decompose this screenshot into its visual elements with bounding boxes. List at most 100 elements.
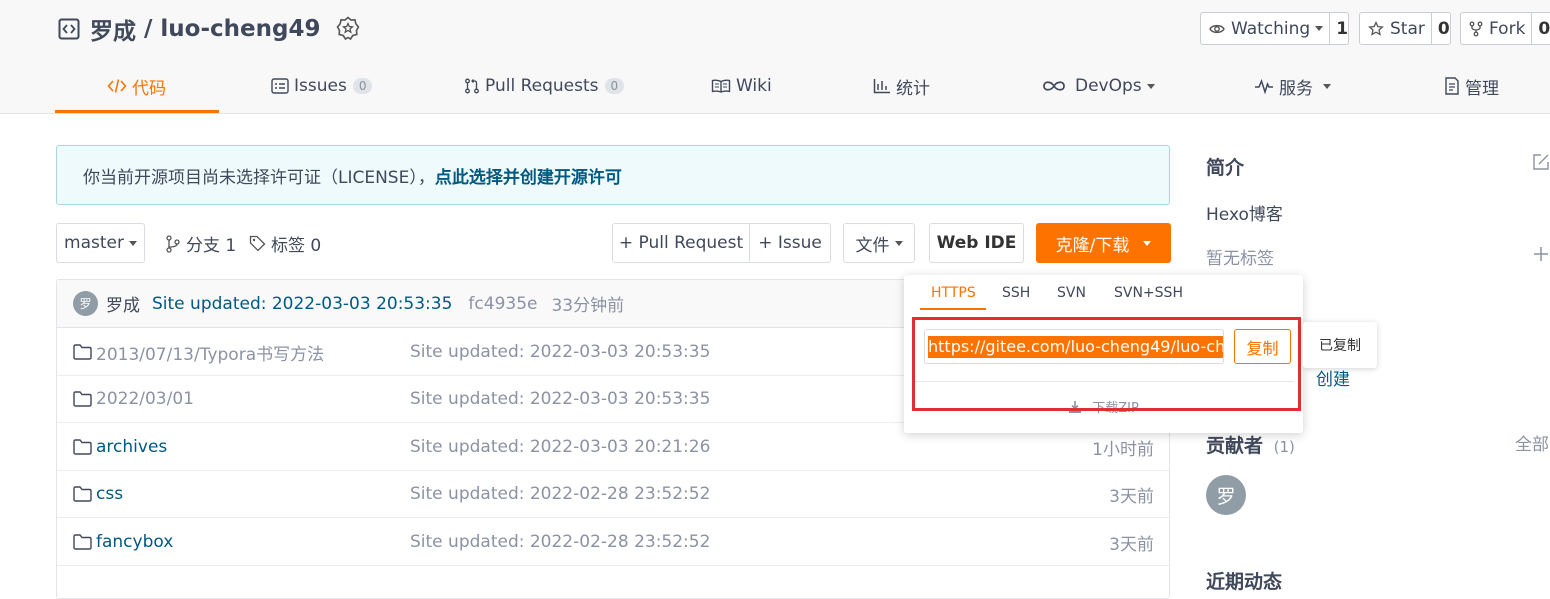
new-pull-request-button[interactable]: + Pull Request	[612, 223, 750, 263]
new-issue-label: + Issue	[758, 233, 822, 253]
file-commit-message[interactable]: Site updated: 2022-03-03 20:53:35	[410, 329, 710, 375]
repo-title: 罗成 / luo-cheng49	[58, 12, 360, 46]
file-commit-message[interactable]: Site updated: 2022-02-28 23:52:52	[410, 519, 710, 565]
devops-caret-icon	[1146, 83, 1155, 89]
stats-icon	[873, 79, 890, 94]
watch-count[interactable]: 1	[1329, 13, 1348, 44]
create-license-link[interactable]: 点此选择并创建开源许可	[435, 163, 622, 188]
file-commit-message[interactable]: Site updated: 2022-03-03 20:21:26	[410, 424, 710, 470]
recommend-badge-icon[interactable]	[336, 16, 360, 42]
tab-devops[interactable]: DevOps	[1042, 70, 1155, 102]
service-icon	[1255, 78, 1273, 94]
contributors-title: 贡献者 (1)	[1206, 431, 1295, 458]
issues-icon	[271, 78, 289, 94]
repo-separator: /	[144, 16, 153, 42]
repo-owner[interactable]: 罗成	[90, 12, 136, 46]
create-link[interactable]: 创建	[1316, 365, 1350, 390]
tab-svn-ssh[interactable]: SVN+SSH	[1114, 285, 1183, 307]
tag-icon	[249, 235, 266, 252]
fork-button[interactable]: Fork 0	[1460, 12, 1550, 45]
clone-download-button[interactable]: 克隆/下载	[1036, 223, 1171, 263]
all-contributors-link[interactable]: 全部	[1515, 430, 1549, 455]
file-time: 3天前	[1109, 534, 1154, 555]
copied-tooltip: 已复制	[1303, 322, 1377, 368]
file-menu-button[interactable]: 文件	[843, 223, 915, 263]
web-ide-label: Web IDE	[936, 233, 1017, 253]
file-commit-message[interactable]: Site updated: 2022-03-03 20:53:35	[410, 376, 710, 422]
contributors-title-label: 贡献者	[1206, 435, 1264, 457]
tab-service[interactable]: 服务	[1254, 70, 1331, 102]
file-menu-label: 文件	[855, 235, 890, 256]
commit-author[interactable]: 罗成	[106, 291, 140, 316]
commit-time: 33分钟前	[551, 296, 625, 316]
tab-manage-label: 管理	[1465, 78, 1499, 99]
manage-icon	[1445, 77, 1459, 95]
tab-devops-label: DevOps	[1075, 76, 1142, 96]
web-ide-button[interactable]: Web IDE	[929, 223, 1024, 263]
star-icon	[1368, 20, 1384, 36]
file-time: 3天前	[1109, 486, 1154, 507]
intro-title: 简介	[1206, 157, 1245, 179]
no-tags-text: 暂无标签	[1206, 249, 1274, 269]
add-tag-icon[interactable]	[1533, 246, 1549, 262]
active-tab-indicator	[55, 110, 219, 113]
repo-header: 罗成 / luo-cheng49 Watching 1 Star 0 Fork …	[0, 0, 1550, 114]
contributor-avatar[interactable]: 罗	[1206, 475, 1246, 515]
table-row[interactable]: css Site updated: 2022-02-28 23:52:52 3天…	[57, 471, 1169, 518]
file-name[interactable]: archives	[96, 437, 167, 457]
branch-caret-icon	[128, 240, 137, 246]
file-caret-icon	[894, 240, 903, 246]
eye-icon	[1209, 24, 1225, 33]
tab-wiki[interactable]: Wiki	[711, 70, 772, 102]
repo-name[interactable]: luo-cheng49	[160, 16, 320, 42]
watch-caret-icon	[1315, 26, 1324, 31]
tab-code[interactable]: 代码	[107, 70, 166, 102]
folder-icon	[73, 534, 92, 550]
tab-svn[interactable]: SVN	[1057, 285, 1086, 307]
star-button[interactable]: Star 0	[1359, 12, 1451, 45]
tab-issues-label: Issues	[294, 76, 347, 96]
commit-message[interactable]: Site updated: 2022-03-03 20:53:35	[152, 294, 452, 314]
tags-link[interactable]: 标签 0	[249, 231, 321, 256]
file-name[interactable]: 2013/07/13/Typora书写方法	[96, 340, 324, 365]
tab-wiki-label: Wiki	[736, 76, 772, 96]
table-row[interactable]: fancybox Site updated: 2022-02-28 23:52:…	[57, 519, 1169, 566]
tags-label: 标签 0	[271, 236, 322, 256]
file-name[interactable]: css	[96, 484, 123, 504]
commit-author-avatar[interactable]: 罗	[73, 291, 98, 316]
branches-link[interactable]: 分支 1	[165, 231, 236, 256]
commit-hash[interactable]: fc4935e	[468, 294, 537, 314]
issues-count-badge: 0	[352, 78, 373, 94]
watch-button[interactable]: Watching 1	[1200, 12, 1349, 45]
wiki-icon	[711, 79, 731, 93]
highlight-annotation-box	[912, 317, 1301, 411]
file-name[interactable]: fancybox	[96, 532, 173, 552]
star-count[interactable]: 0	[1430, 13, 1450, 44]
clone-caret-icon	[1143, 240, 1152, 246]
file-commit-message[interactable]: Site updated: 2022-02-28 23:52:52	[410, 471, 710, 517]
branch-select[interactable]: master	[56, 223, 145, 263]
branch-icon	[166, 234, 180, 253]
pull-request-icon	[465, 78, 479, 94]
star-label: Star	[1390, 18, 1425, 39]
license-banner: 你当前开源项目尚未选择许可证（LICENSE）， 点此选择并创建开源许可	[56, 145, 1170, 205]
tab-manage[interactable]: 管理	[1444, 70, 1499, 102]
branches-label: 分支 1	[186, 236, 237, 256]
clone-label: 克隆/下载	[1055, 235, 1130, 256]
repo-icon	[58, 18, 80, 40]
tab-issues[interactable]: Issues 0	[271, 70, 373, 102]
new-pull-request-label: + Pull Request	[618, 233, 744, 253]
branch-label: master	[64, 233, 124, 253]
fork-count[interactable]: 0	[1531, 13, 1550, 44]
pull-requests-count-badge: 0	[604, 78, 625, 94]
tab-pull-requests[interactable]: Pull Requests 0	[464, 70, 625, 102]
intro-text: Hexo博客	[1206, 205, 1283, 225]
edit-intro-icon[interactable]	[1532, 153, 1550, 171]
tab-https[interactable]: HTTPS	[931, 285, 976, 307]
file-name[interactable]: 2022/03/01	[96, 389, 194, 409]
new-issue-button[interactable]: + Issue	[749, 223, 831, 263]
tab-ssh[interactable]: SSH	[1002, 285, 1030, 307]
recent-activity-title: 近期动态	[1206, 571, 1283, 593]
folder-icon	[73, 344, 92, 360]
tab-stats[interactable]: 统计	[873, 70, 930, 102]
